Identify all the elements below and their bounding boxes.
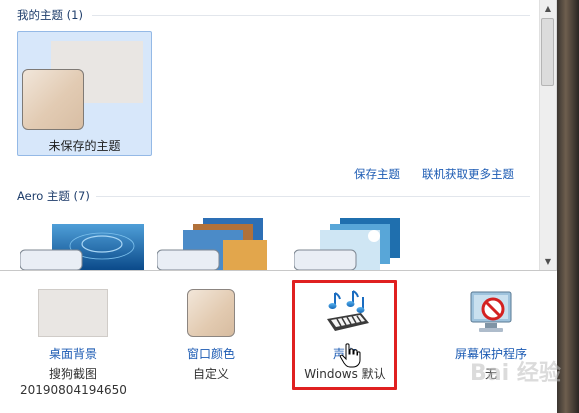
save-theme-link[interactable]: 保存主题 <box>354 166 400 182</box>
scrollbar-thumb[interactable] <box>541 18 554 86</box>
stacked-wallpapers-preview <box>157 218 267 270</box>
desktop-background-value-id: 20190804194650 <box>20 383 127 397</box>
aero-themes-header: Aero 主题 (7) <box>17 189 90 203</box>
window-color-item[interactable]: 窗口颜色 自定义 <box>158 289 264 381</box>
get-more-themes-online-link[interactable]: 联机获取更多主题 <box>422 166 514 182</box>
group-divider <box>96 196 530 197</box>
desktop-edge <box>557 0 579 413</box>
theme-list-panel: 我的主题 (1) 未保存的主题 保存主题 联机获取更多主题 Aero 主题 (7… <box>0 0 557 271</box>
desktop-background-icon <box>38 289 108 337</box>
stacked-wallpapers-preview <box>294 218 400 270</box>
scroll-down-icon[interactable]: ▼ <box>540 253 556 269</box>
scroll-up-icon[interactable]: ▲ <box>540 0 556 16</box>
window-color-value: 自定义 <box>192 367 229 381</box>
window-color-icon <box>187 289 235 337</box>
group-divider <box>92 15 530 16</box>
aero-theme-tile-windows7[interactable] <box>20 224 144 270</box>
window-color-label[interactable]: 窗口颜色 <box>158 345 264 362</box>
desktop-background-value: 搜狗截图 <box>48 367 97 381</box>
desktop-background-label[interactable]: 桌面背景 <box>20 345 126 362</box>
aero-theme-tile-characters[interactable] <box>294 216 418 270</box>
theme-window-color-preview <box>22 69 84 130</box>
theme-list-scrollbar[interactable]: ▲ ▼ <box>539 0 556 270</box>
unsaved-theme-tile[interactable]: 未保存的主题 <box>17 31 152 156</box>
water-drop-wallpaper-preview <box>20 224 144 270</box>
watermark: Bai 经验 <box>470 361 561 386</box>
highlight-box <box>292 280 397 390</box>
my-themes-header: 我的主题 (1) <box>17 8 83 22</box>
no-screensaver-icon <box>470 291 512 332</box>
aero-theme-tile-architecture[interactable] <box>157 216 281 270</box>
unsaved-theme-label: 未保存的主题 <box>48 139 121 153</box>
desktop-background-item[interactable]: 桌面背景 搜狗截图 20190804194650 <box>20 289 127 397</box>
